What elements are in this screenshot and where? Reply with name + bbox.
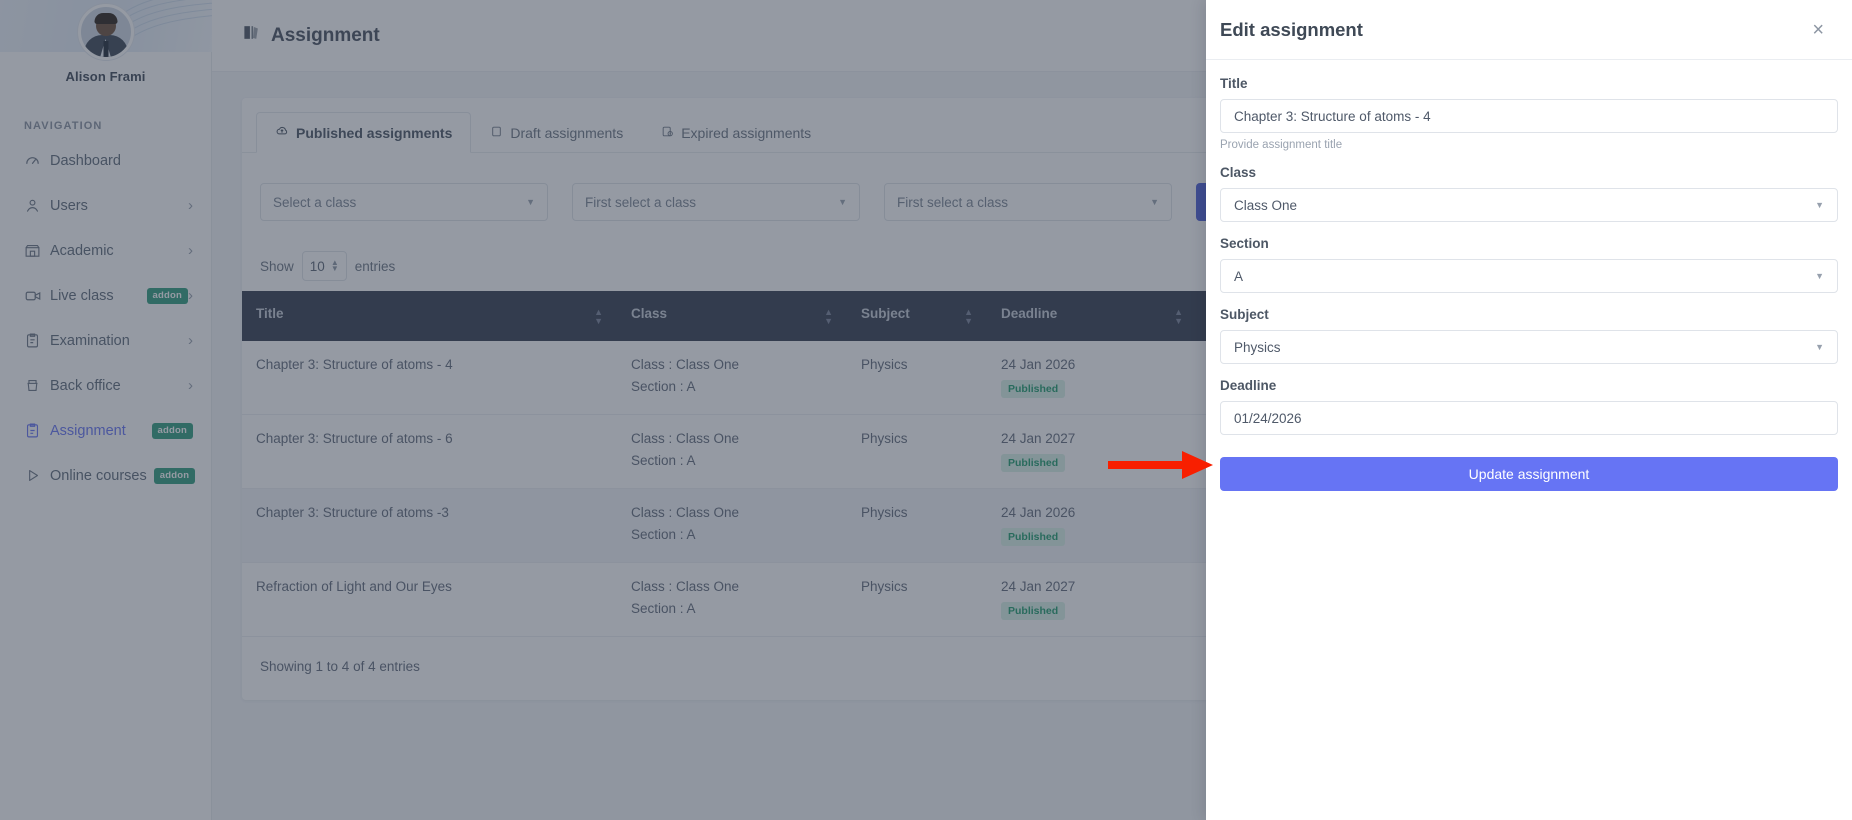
subject-select-value: Physics [1234,340,1281,355]
title-label: Title [1220,76,1838,91]
field-subject: Subject Physics ▼ [1220,307,1838,364]
chevron-down-icon: ▼ [1815,342,1824,352]
field-title: Title Provide assignment title [1220,76,1838,151]
edit-assignment-drawer: Edit assignment × Title Provide assignme… [1206,0,1852,820]
section-select[interactable]: A ▼ [1220,259,1838,293]
deadline-input[interactable] [1220,401,1838,435]
annotation-arrow-icon [1108,448,1214,482]
class-select[interactable]: Class One ▼ [1220,188,1838,222]
app-root: Alison Frami NAVIGATION Dashboard Users … [0,0,1852,820]
update-assignment-button[interactable]: Update assignment [1220,457,1838,491]
title-help-text: Provide assignment title [1220,139,1838,151]
chevron-down-icon: ▼ [1815,271,1824,281]
field-deadline: Deadline [1220,378,1838,435]
drawer-title: Edit assignment [1220,19,1363,41]
subject-label: Subject [1220,307,1838,322]
field-class: Class Class One ▼ [1220,165,1838,222]
deadline-label: Deadline [1220,378,1838,393]
chevron-down-icon: ▼ [1815,200,1824,210]
section-select-value: A [1234,269,1243,284]
close-icon[interactable]: × [1812,20,1824,40]
drawer-header: Edit assignment × [1206,0,1852,60]
subject-select[interactable]: Physics ▼ [1220,330,1838,364]
drawer-body: Title Provide assignment title Class Cla… [1206,60,1852,491]
class-label: Class [1220,165,1838,180]
section-label: Section [1220,236,1838,251]
title-input[interactable] [1220,99,1838,133]
class-select-value: Class One [1234,198,1297,213]
modal-backdrop[interactable] [0,0,1206,820]
field-section: Section A ▼ [1220,236,1838,293]
